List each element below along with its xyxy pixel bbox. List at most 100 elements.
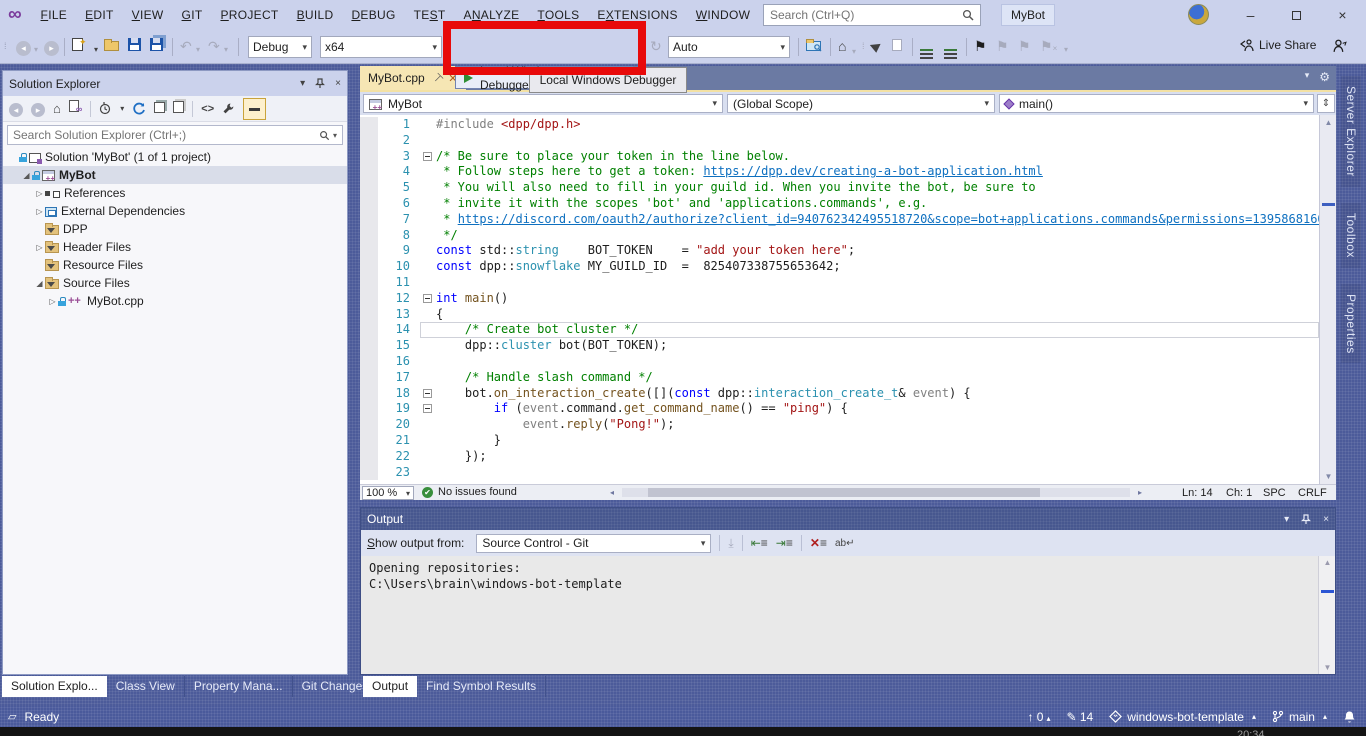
panel-tab-find-symbol-results[interactable]: Find Symbol Results — [417, 676, 546, 697]
tree-item-solution-mybot-1-of-1-project[interactable]: Solution 'MyBot' (1 of 1 project) — [3, 148, 347, 166]
scroll-left-arrow[interactable]: ◂ — [610, 488, 614, 497]
quick-search-box[interactable] — [763, 4, 981, 26]
nav-project-combo[interactable]: MyBot▾ — [363, 94, 723, 113]
expand-arrow-icon[interactable]: ▷ — [34, 243, 45, 252]
code-line-13[interactable]: 13{ — [360, 307, 1319, 323]
indicator-margin[interactable] — [360, 133, 378, 149]
code-line-4[interactable]: 4 * Follow steps here to get a token: ht… — [360, 164, 1319, 180]
code-line-1[interactable]: 1#include <dpp/dpp.h> — [360, 117, 1319, 133]
filter-dropdown[interactable]: ▾ — [120, 101, 124, 117]
tree-item-resource-files[interactable]: Resource Files — [3, 256, 347, 274]
unpushed-edits-button[interactable]: ✎ 14 — [1066, 710, 1093, 724]
selection-cursor-button[interactable] — [872, 38, 881, 54]
properties-button[interactable] — [222, 102, 235, 115]
code-line-12[interactable]: 12int main() — [360, 291, 1319, 307]
tree-item-references[interactable]: ▷References — [3, 184, 347, 202]
tree-item-external-dependencies[interactable]: ▷External Dependencies — [3, 202, 347, 220]
menu-debug[interactable]: DEBUG — [342, 0, 404, 30]
indicator-margin[interactable] — [360, 149, 378, 165]
indicator-margin[interactable] — [360, 417, 378, 433]
menu-build[interactable]: BUILD — [288, 0, 343, 30]
save-all-button[interactable] — [150, 38, 163, 54]
indicator-margin[interactable] — [360, 275, 378, 291]
code-line-9[interactable]: 9const std::string BOT_TOKEN = "add your… — [360, 243, 1319, 259]
se-search-input[interactable] — [8, 128, 319, 142]
editor-vertical-scrollbar[interactable]: ▲ ▼ — [1319, 115, 1336, 484]
menu-view[interactable]: VIEW — [123, 0, 173, 30]
find-in-files-button[interactable] — [806, 38, 821, 54]
code-line-14[interactable]: 14 /* Create bot cluster */ — [360, 322, 1319, 338]
tree-item-mybot[interactable]: ◢MyBot — [3, 166, 347, 184]
tree-item-header-files[interactable]: ▷Header Files — [3, 238, 347, 256]
background-tasks-icon[interactable]: ▱ — [8, 710, 16, 723]
solution-name-button[interactable]: MyBot — [1001, 4, 1055, 26]
window-options-gear-icon[interactable]: ⚙ — [1319, 70, 1330, 84]
menu-edit[interactable]: EDIT — [76, 0, 123, 30]
fold-collapse-box[interactable] — [420, 386, 436, 402]
new-item-button[interactable]: ✦ — [72, 38, 91, 56]
repository-button[interactable]: windows-bot-template▴ — [1109, 710, 1256, 724]
scroll-down-arrow[interactable]: ▼ — [1320, 472, 1337, 481]
previous-bookmark-button[interactable]: ⚑ — [996, 38, 1009, 54]
scroll-up-arrow[interactable]: ▲ — [1320, 118, 1337, 127]
se-forward-button[interactable]: ▸ — [31, 101, 45, 117]
output-source-combo[interactable]: Source Control - Git▾ — [476, 534, 711, 553]
indicator-margin[interactable] — [360, 259, 378, 275]
se-search-dropdown[interactable]: ▾ — [333, 131, 337, 140]
panel-tab-output[interactable]: Output — [363, 676, 417, 697]
tree-item-source-files[interactable]: ◢Source Files — [3, 274, 347, 292]
undo-dropdown[interactable]: ▾ — [196, 42, 200, 58]
find-message-button[interactable]: ⤓ — [728, 536, 733, 551]
indicator-margin[interactable] — [360, 386, 378, 402]
issues-indicator[interactable]: ✔No issues found — [422, 486, 517, 498]
word-wrap-button[interactable]: ab↵ — [835, 538, 855, 549]
indicator-margin[interactable] — [360, 164, 378, 180]
code-line-11[interactable]: 11 — [360, 275, 1319, 291]
home-button[interactable]: ⌂ — [838, 38, 846, 54]
code-line-8[interactable]: 8 */ — [360, 228, 1319, 244]
code-line-6[interactable]: 6 * invite it with the scopes 'bot' and … — [360, 196, 1319, 212]
se-back-button[interactable]: ◂ — [9, 101, 23, 117]
pin-icon[interactable] — [315, 78, 325, 89]
account-avatar[interactable] — [1188, 4, 1209, 25]
indicator-margin[interactable] — [360, 228, 378, 244]
menu-git[interactable]: GIT — [173, 0, 212, 30]
live-share-button[interactable]: Live Share — [1240, 38, 1316, 52]
apply-code-changes-button[interactable]: ↻ — [650, 38, 662, 54]
next-message-button[interactable]: ⇥≡ — [776, 536, 793, 550]
show-all-files-button[interactable] — [173, 101, 184, 117]
indicator-margin[interactable] — [360, 243, 378, 259]
tree-item-mybot-cpp[interactable]: ▷++MyBot.cpp — [3, 292, 347, 310]
panel-tab-class-view[interactable]: Class View — [107, 676, 185, 697]
auto-hide-tab-properties[interactable]: Properties — [1341, 284, 1361, 364]
undo-button[interactable]: ↶ — [180, 38, 192, 54]
spaces-indicator[interactable]: SPC — [1263, 487, 1286, 499]
outgoing-commits-button[interactable]: ↑ 0▴ — [1027, 710, 1050, 724]
nav-scope-combo[interactable]: (Global Scope)▾ — [727, 94, 995, 113]
panel-tab-solution-explo[interactable]: Solution Explo... — [2, 676, 107, 697]
decrease-indent-button[interactable] — [920, 38, 933, 54]
fold-collapse-box[interactable] — [420, 291, 436, 307]
editor-horizontal-scrollbar[interactable]: ◂ ▸ — [610, 487, 1142, 498]
navigate-backward-button[interactable]: ◂ — [16, 38, 31, 56]
nav-member-combo[interactable]: main()▾ — [999, 94, 1314, 113]
switch-views-button[interactable]: ∞ — [69, 100, 82, 117]
code-line-22[interactable]: 22 }); — [360, 449, 1319, 465]
code-editor[interactable]: 1#include <dpp/dpp.h>23/* Be sure to pla… — [360, 115, 1319, 484]
expand-arrow-icon[interactable]: ▷ — [34, 189, 45, 198]
code-line-10[interactable]: 10const dpp::snowflake MY_GUILD_ID = 825… — [360, 259, 1319, 275]
expand-arrow-icon[interactable]: ▷ — [34, 207, 45, 216]
refresh-button[interactable] — [132, 102, 146, 116]
previous-message-button[interactable]: ⇤≡ — [751, 536, 768, 550]
split-window-handle[interactable]: ⇕ — [1317, 94, 1335, 113]
indicator-margin[interactable] — [360, 354, 378, 370]
solution-platforms-combo[interactable]: x64▾ — [320, 36, 442, 58]
auto-hide-tab-toolbox[interactable]: Toolbox — [1341, 203, 1361, 268]
paste-append-button[interactable] — [892, 38, 902, 54]
code-line-21[interactable]: 21 } — [360, 433, 1319, 449]
feedback-icon[interactable] — [1332, 38, 1347, 53]
view-code-button[interactable]: <> — [201, 101, 214, 117]
navigate-backward-dropdown[interactable]: ▾ — [34, 42, 38, 58]
indicator-margin[interactable] — [360, 465, 378, 481]
code-line-2[interactable]: 2 — [360, 133, 1319, 149]
